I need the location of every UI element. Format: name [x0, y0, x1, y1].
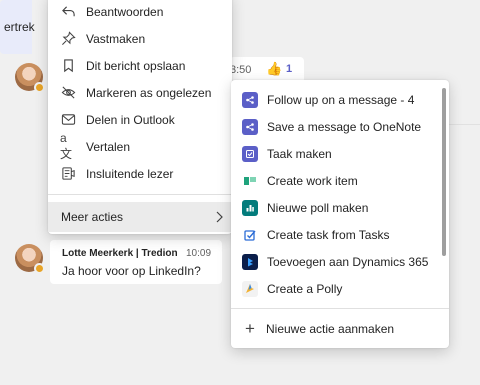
submenu-item-create-task-from-tasks[interactable]: Create task from Tasks	[231, 221, 439, 248]
thumbs-up-reaction-icon[interactable]: 👍	[266, 61, 282, 77]
presence-away-icon	[34, 263, 45, 274]
submenu-item-create-task[interactable]: Taak maken	[231, 140, 439, 167]
submenu-item-follow-up[interactable]: Follow up on a message - 4	[231, 86, 439, 113]
menu-item-label: Meer acties	[61, 210, 124, 224]
menu-item-more-actions[interactable]: Meer acties	[48, 202, 232, 232]
menu-item-save-message[interactable]: Dit bericht opslaan	[48, 52, 232, 79]
pin-icon	[60, 31, 76, 47]
menu-item-label: Dit bericht opslaan	[86, 58, 186, 73]
menu-item-label: Vastmaken	[86, 31, 146, 46]
menu-divider	[231, 308, 449, 309]
submenu-item-label: Create task from Tasks	[267, 227, 390, 242]
chevron-right-icon	[214, 211, 224, 223]
menu-item-translate[interactable]: a文 Vertalen	[48, 131, 232, 161]
message-text: ertrek	[4, 20, 35, 34]
translate-icon: a文	[60, 131, 73, 161]
menu-divider	[48, 194, 232, 195]
more-actions-submenu: Follow up on a message - 4 Save a messag…	[231, 80, 449, 348]
message-time: 3:50	[230, 64, 252, 76]
submenu-item-new-poll[interactable]: Nieuwe poll maken	[231, 194, 439, 221]
submenu-item-label: Taak maken	[267, 146, 332, 161]
azure-boards-icon	[242, 172, 258, 189]
message-text: Ja hoor voor op LinkedIn?	[62, 264, 201, 278]
menu-item-reply[interactable]: Beantwoorden	[48, 0, 232, 25]
submenu-item-create-work-item[interactable]: Create work item	[231, 167, 439, 194]
menu-item-label: Insluitende lezer	[86, 166, 174, 181]
avatar[interactable]	[15, 63, 45, 93]
submenu-item-dynamics-365[interactable]: Toevoegen aan Dynamics 365	[231, 248, 439, 275]
menu-item-immersive-reader[interactable]: Insluitende lezer	[48, 160, 232, 187]
menu-item-label: Beantwoorden	[86, 4, 164, 19]
submenu-scrollbar[interactable]	[442, 88, 446, 256]
reaction-count: 1	[286, 63, 293, 75]
submenu-item-create-polly[interactable]: Create a Polly	[231, 275, 439, 302]
plus-icon: +	[245, 319, 255, 338]
workflow-icon	[242, 91, 258, 108]
tasks-icon	[242, 226, 258, 243]
dynamics-icon	[242, 253, 258, 270]
create-new-action-button[interactable]: + Nieuwe actie aanmaken	[231, 315, 449, 343]
workflow-icon	[242, 118, 258, 135]
planner-icon	[242, 145, 258, 162]
unread-icon	[60, 85, 76, 101]
new-action-label: Nieuwe actie aanmaken	[266, 322, 395, 336]
menu-item-pin[interactable]: Vastmaken	[48, 25, 232, 52]
submenu-item-label: Save a message to OneNote	[267, 119, 422, 134]
own-message-bubble[interactable]: ertrek	[0, 0, 35, 54]
immersive-reader-icon	[60, 166, 76, 182]
submenu-item-label: Create work item	[267, 173, 358, 188]
forms-poll-icon	[242, 199, 258, 216]
menu-item-mark-unread[interactable]: Markeren as ongelezen	[48, 79, 232, 106]
mail-icon	[60, 112, 76, 128]
menu-item-share-outlook[interactable]: Delen in Outlook	[48, 106, 232, 133]
submenu-item-save-onenote[interactable]: Save a message to OneNote	[231, 113, 439, 140]
menu-item-label: Markeren as ongelezen	[86, 85, 212, 100]
avatar[interactable]	[15, 244, 45, 274]
bookmark-icon	[60, 58, 76, 74]
menu-item-label: Vertalen	[86, 139, 131, 154]
submenu-item-label: Nieuwe poll maken	[267, 200, 369, 215]
message-bubble[interactable]: Lotte Meerkerk | Tredion 10:09 Ja hoor v…	[50, 240, 222, 284]
submenu-item-label: Toevoegen aan Dynamics 365	[267, 254, 429, 269]
message-context-menu: Beantwoorden Vastmaken Dit bericht opsla…	[48, 0, 232, 234]
submenu-item-label: Create a Polly	[267, 281, 343, 296]
message-author: Lotte Meerkerk | Tredion	[62, 248, 178, 259]
menu-item-label: Delen in Outlook	[86, 112, 175, 127]
polly-icon	[242, 280, 258, 297]
reply-icon	[60, 4, 76, 20]
submenu-item-label: Follow up on a message - 4	[267, 92, 415, 107]
message-time: 10:09	[186, 248, 212, 259]
presence-away-icon	[34, 82, 45, 93]
